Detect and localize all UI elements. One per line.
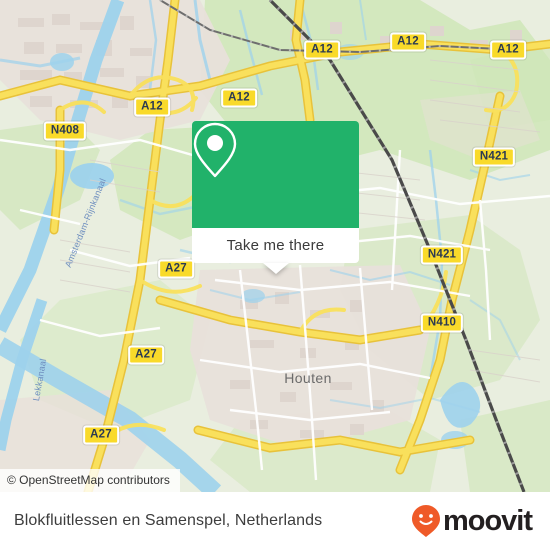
road-shield-n421[interactable]: N421 — [420, 245, 464, 265]
road-shield-n408[interactable]: N408 — [43, 121, 87, 141]
footer-bar: Blokfluitlessen en Samenspel, Netherland… — [0, 492, 550, 550]
moovit-pin-icon — [411, 505, 440, 537]
map-canvas[interactable]: Houten Amsterdam-Rijnkanaal Lekkanaal A1… — [0, 0, 550, 492]
take-me-there-label: Take me there — [226, 237, 325, 254]
moovit-logo[interactable]: moovit — [411, 504, 533, 538]
road-shield-a12[interactable]: A12 — [221, 88, 257, 108]
road-shield-a12[interactable]: A12 — [134, 97, 170, 117]
location-title: Blokfluitlessen en Samenspel, Netherland… — [14, 512, 323, 529]
road-shield-a12[interactable]: A12 — [390, 32, 426, 52]
map-pin-icon — [193, 122, 237, 178]
moovit-map-screenshot: Houten Amsterdam-Rijnkanaal Lekkanaal A1… — [0, 0, 550, 550]
place-label-houten: Houten — [284, 370, 332, 386]
osm-attribution[interactable]: © OpenStreetMap contributors — [0, 469, 180, 492]
road-shield-n421[interactable]: N421 — [472, 147, 516, 167]
road-shield-n410[interactable]: N410 — [420, 313, 464, 333]
road-shield-a12[interactable]: A12 — [490, 40, 526, 60]
road-shield-a12[interactable]: A12 — [304, 40, 340, 60]
road-shield-a27[interactable]: A27 — [83, 425, 119, 445]
moovit-wordmark: moovit — [442, 504, 533, 537]
road-shield-a27[interactable]: A27 — [158, 259, 194, 279]
popup-pointer-tail — [262, 263, 289, 274]
road-shield-a27[interactable]: A27 — [128, 345, 164, 365]
take-me-there-button[interactable]: Take me there — [192, 228, 359, 263]
location-popup-card[interactable]: Take me there — [192, 121, 359, 274]
popup-header — [192, 121, 359, 228]
